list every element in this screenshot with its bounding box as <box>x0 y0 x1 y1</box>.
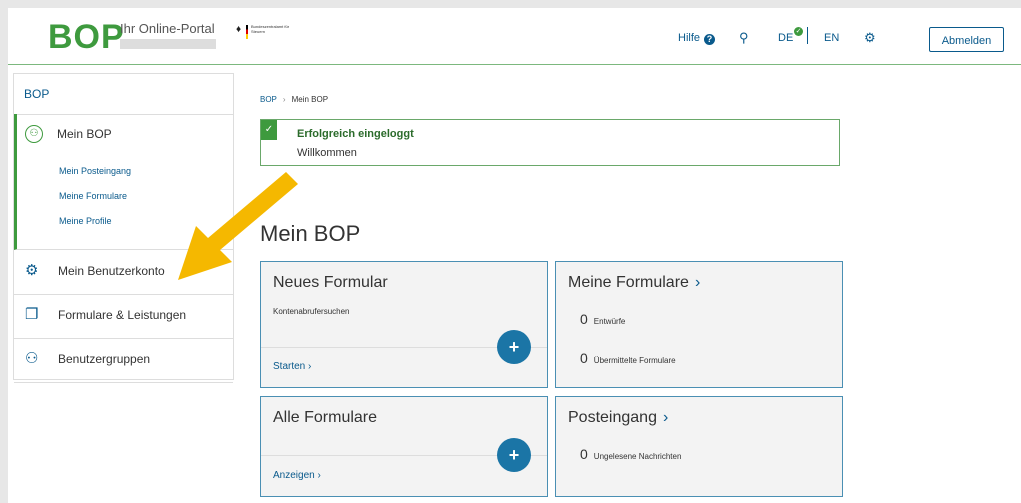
card-all-forms: Alle Formulare Anzeigen › + <box>260 396 548 497</box>
breadcrumb: BOP › Mein BOP <box>260 95 328 104</box>
card-subtitle: Kontenabrufersuchen <box>273 307 350 316</box>
gear-icon: ⚙ <box>25 262 39 279</box>
sent-stat: 0 Übermittelte Formulare <box>580 350 676 366</box>
language-de[interactable]: DE <box>778 32 793 44</box>
language-separator <box>807 27 808 44</box>
chevron-right-icon: › <box>694 274 701 291</box>
card-title: Meine Formulare › <box>568 274 700 292</box>
success-alert: ✓ Erfolgreich eingeloggt Willkommen <box>260 119 840 166</box>
sidebar-item-benutzergruppen[interactable]: ⚇ Benutzergruppen <box>14 338 233 383</box>
user-icon: ⚇ <box>25 125 43 143</box>
logout-button[interactable]: Abmelden <box>929 27 1004 52</box>
card-inbox[interactable]: Posteingang › 0 Ungelesene Nachrichten <box>555 396 843 497</box>
help-label: Hilfe <box>678 32 701 44</box>
card-new-form: Neues Formular Kontenabrufersuchen Start… <box>260 261 548 388</box>
question-circle-icon: ? <box>704 34 716 45</box>
drafts-stat: 0 Entwürfe <box>580 311 625 327</box>
sidebar-item-label: Formulare & Leistungen <box>58 308 187 322</box>
check-icon: ✓ <box>261 120 277 140</box>
check-icon: ✓ <box>794 27 803 36</box>
drafts-label: Entwürfe <box>593 317 626 326</box>
chevron-right-icon: › <box>662 409 669 426</box>
card-title-label: Posteingang <box>568 409 657 426</box>
flag-stripe <box>246 25 248 39</box>
sidebar-subitem-profile[interactable]: Meine Profile <box>59 216 112 226</box>
eagle-icon: ♦ <box>236 24 242 35</box>
sidebar-item-label: Benutzergruppen <box>58 352 151 366</box>
add-form-button[interactable]: + <box>497 330 531 364</box>
start-link-label: Starten <box>273 361 306 372</box>
alert-message: Willkommen <box>297 147 357 159</box>
chevron-right-icon: › <box>314 470 321 481</box>
unread-count: 0 <box>580 446 588 462</box>
chevron-right-icon: › <box>282 95 286 104</box>
language-en[interactable]: EN <box>824 32 839 44</box>
show-link[interactable]: Anzeigen › <box>273 470 321 481</box>
sidebar-subitem-posteingang[interactable]: Mein Posteingang <box>59 166 131 176</box>
drafts-count: 0 <box>580 311 588 327</box>
settings-icon[interactable]: ⚙ <box>864 30 876 46</box>
sent-count: 0 <box>580 350 588 366</box>
search-icon[interactable]: ⚲ <box>739 30 749 46</box>
ministry-name: Bundeszentralamt für Steuern <box>251 24 290 34</box>
logo[interactable]: BOP <box>48 20 125 54</box>
help-link[interactable]: Hilfe? <box>678 32 716 45</box>
alert-title: Erfolgreich eingeloggt <box>297 128 414 140</box>
start-link[interactable]: Starten › <box>273 361 311 372</box>
tagline: Ihr Online-Portal <box>120 21 215 36</box>
sidebar-item-label: Mein BOP <box>57 127 112 141</box>
card-my-forms[interactable]: Meine Formulare › 0 Entwürfe 0 Übermittelte… <box>555 261 843 388</box>
browser-frame: BOP Ihr Online-Portal ♦ Bundeszentralamt… <box>8 8 1021 503</box>
unread-label: Ungelesene Nachrichten <box>593 452 682 461</box>
sidebar-item-formulare-leistungen[interactable]: ❐ Formulare & Leistungen <box>14 294 233 339</box>
copy-icon: ❐ <box>25 306 39 323</box>
chevron-right-icon: › <box>305 361 312 372</box>
sent-label: Übermittelte Formulare <box>593 356 676 365</box>
unread-stat: 0 Ungelesene Nachrichten <box>580 446 681 462</box>
users-icon: ⚇ <box>25 350 39 367</box>
sidebar-root-label: BOP <box>24 87 50 101</box>
sidebar-subitem-formulare[interactable]: Meine Formulare <box>59 191 127 201</box>
header: BOP Ihr Online-Portal ♦ Bundeszentralamt… <box>8 8 1021 65</box>
breadcrumb-current: Mein BOP <box>291 95 329 104</box>
card-title-label: Meine Formulare <box>568 274 689 291</box>
breadcrumb-root[interactable]: BOP <box>260 95 277 104</box>
annotation-arrow-icon <box>178 172 298 280</box>
add-all-forms-button[interactable]: + <box>497 438 531 472</box>
card-title: Alle Formulare <box>273 409 378 426</box>
show-link-label: Anzeigen <box>273 470 315 481</box>
tagline-placeholder-bar <box>120 39 216 49</box>
sidebar-root[interactable]: BOP <box>14 74 233 115</box>
sidebar-item-label: Mein Benutzerkonto <box>58 264 165 278</box>
ministry-logo: ♦ Bundeszentralamt für Steuern <box>236 24 296 40</box>
card-title: Posteingang › <box>568 409 668 427</box>
